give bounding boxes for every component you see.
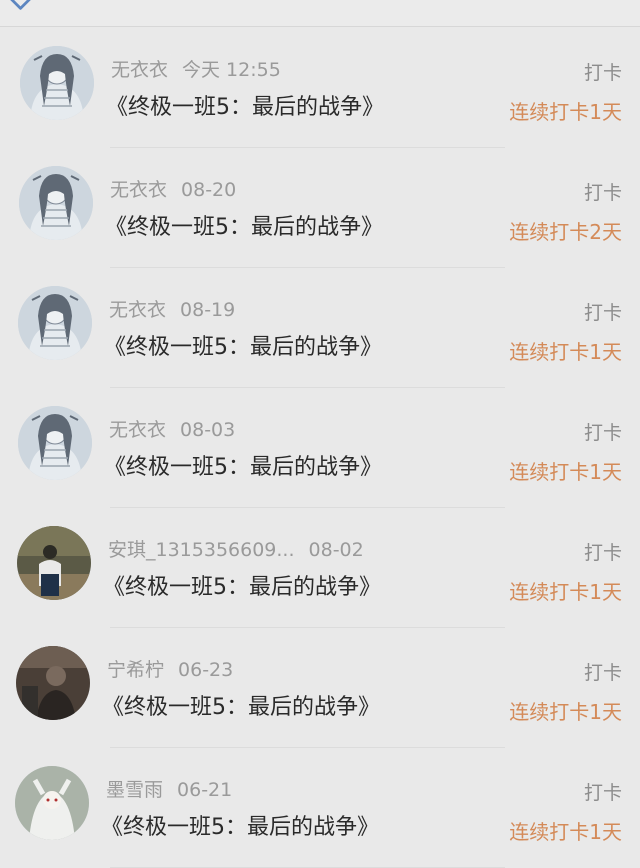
username[interactable]: 安琪_1315356609... [108, 539, 295, 561]
book-title: 《终极一班5：最后的战争》 [105, 215, 383, 240]
checkin-date: 08-19 [180, 299, 236, 321]
avatar[interactable] [18, 286, 92, 360]
search-icon[interactable] [8, 0, 33, 11]
username[interactable]: 宁希柠 [107, 659, 164, 681]
username[interactable]: 墨雪雨 [106, 779, 163, 801]
meta-line: 无衣衣 今天 12:55 [111, 55, 281, 82]
checkin-date: 08-20 [181, 179, 237, 201]
checkin-row[interactable]: 墨雪雨 06-21 《终极一班5：最后的战争》 打卡连续打卡1天 [0, 748, 640, 868]
meta-line: 无衣衣 08-19 [109, 295, 235, 322]
checkin-row[interactable]: 无衣衣 08-03 《终极一班5：最后的战争》 打卡连续打卡1天 [0, 388, 640, 508]
book-title: 《终极一班5：最后的战争》 [106, 95, 384, 120]
checkin-type-label: 打卡 [583, 62, 622, 84]
streak-label: 连续打卡1天 [509, 460, 622, 484]
meta-line: 墨雪雨 06-21 [106, 775, 232, 802]
streak-label: 连续打卡1天 [509, 580, 622, 604]
avatar[interactable] [18, 406, 92, 480]
checkin-type-label: 打卡 [583, 422, 622, 444]
checkin-row[interactable]: 无衣衣 08-20 《终极一班5：最后的战争》 打卡连续打卡2天 [0, 148, 640, 268]
checkin-type-label: 打卡 [583, 182, 622, 204]
avatar[interactable] [15, 766, 89, 840]
streak-label: 连续打卡1天 [509, 100, 622, 124]
checkin-row[interactable]: 无衣衣 今天 12:55 《终极一班5：最后的战争》 打卡连续打卡1天 [0, 28, 640, 148]
meta-line: 无衣衣 08-03 [109, 415, 235, 442]
streak-label: 连续打卡1天 [509, 340, 622, 364]
meta-line: 安琪_1315356609... 08-02 [108, 535, 364, 562]
top-search-bar[interactable] [0, 0, 640, 27]
checkin-date: 08-03 [180, 419, 236, 441]
book-title: 《终极一班5：最后的战争》 [104, 455, 382, 480]
book-title: 《终极一班5：最后的战争》 [104, 335, 382, 360]
checkin-row[interactable]: 无衣衣 08-19 《终极一班5：最后的战争》 打卡连续打卡1天 [0, 268, 640, 388]
streak-label: 连续打卡1天 [509, 820, 622, 844]
checkin-date: 08-02 [308, 539, 364, 561]
checkin-date: 06-21 [177, 779, 233, 801]
checkin-type-label: 打卡 [583, 542, 622, 564]
checkin-type-label: 打卡 [583, 302, 622, 324]
checkin-type-label: 打卡 [583, 662, 622, 684]
avatar[interactable] [19, 166, 93, 240]
streak-label: 连续打卡2天 [509, 220, 622, 244]
book-title: 《终极一班5：最后的战争》 [103, 575, 381, 600]
checkin-date: 今天 12:55 [182, 59, 281, 81]
streak-label: 连续打卡1天 [509, 700, 622, 724]
avatar[interactable] [20, 46, 94, 120]
username[interactable]: 无衣衣 [110, 179, 167, 201]
checkin-row[interactable]: 安琪_1315356609... 08-02 《终极一班5：最后的战争》 打卡连续打卡… [0, 508, 640, 628]
username[interactable]: 无衣衣 [109, 419, 166, 441]
checkin-list: 无衣衣 今天 12:55 《终极一班5：最后的战争》 打卡 连续打卡1天 无衣衣 08-20… [0, 28, 640, 868]
avatar[interactable] [17, 526, 91, 600]
checkin-type-label: 打卡 [583, 782, 622, 804]
book-title: 《终极一班5：最后的战争》 [101, 815, 379, 840]
meta-line: 无衣衣 08-20 [110, 175, 236, 202]
username[interactable]: 无衣衣 [109, 299, 166, 321]
checkin-row[interactable]: 宁希柠 06-23 《终极一班5：最后的战争》 打卡连续打卡1天 [0, 628, 640, 748]
checkin-date: 06-23 [178, 659, 234, 681]
book-title: 《终极一班5：最后的战争》 [102, 695, 380, 720]
username[interactable]: 无衣衣 [111, 59, 168, 81]
meta-line: 宁希柠 06-23 [107, 655, 233, 682]
avatar[interactable] [16, 646, 90, 720]
